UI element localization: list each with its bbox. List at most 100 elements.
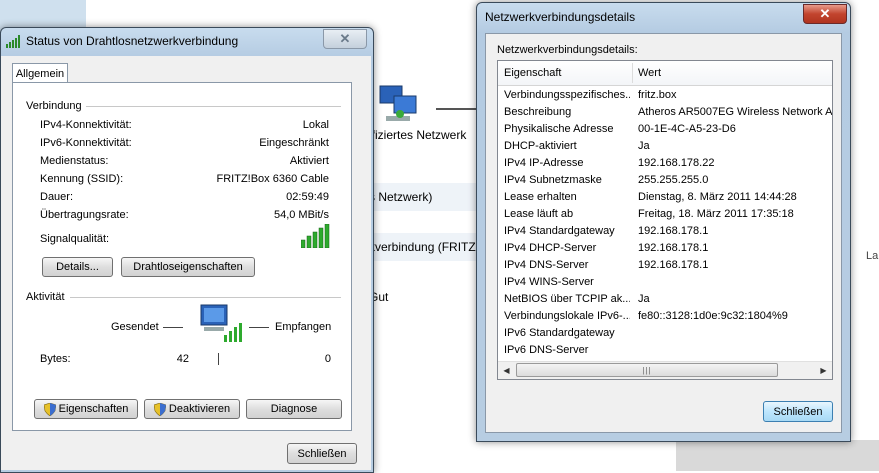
group-divider [70,297,341,298]
value-cell: Freitag, 18. März 2011 17:35:18 [638,208,794,220]
table-row[interactable]: IPv4 DNS-Server 192.168.178.1 [498,257,832,274]
transfer-rate-label: Übertragungsrate: [40,209,129,221]
signal-strength-icon [301,224,330,248]
ipv6-label: IPv6-Konnektivität: [40,137,132,149]
deactivate-button[interactable]: Deaktivieren [144,399,240,419]
close-button[interactable]: Schließen [287,443,357,464]
value-cell: 00-1E-4C-A5-23-D6 [638,123,736,135]
properties-button[interactable]: Eigenschaften [34,399,138,419]
bytes-divider [218,353,219,365]
details-window-titlebar[interactable]: Netzwerkverbindungsdetails ✕ [477,3,850,29]
table-row[interactable]: NetBIOS über TCPIP ak... Ja [498,291,832,308]
background-network-type: s Netzwerk) [369,190,433,204]
status-window-title: Status von Drahtlosnetzwerkverbindung [26,34,239,48]
bytes-sent-value: 42 [176,353,189,365]
value-cell: fe80::3128:1d0e:9c32:1804%9 [638,310,788,322]
table-row[interactable]: Lease erhalten Dienstag, 8. März 2011 14:… [498,189,832,206]
property-cell: IPv6 Standardgateway [504,327,615,339]
table-row[interactable]: Physikalische Adresse 00-1E-4C-A5-23-D6 [498,121,832,138]
ipv4-value: Lokal [302,119,329,131]
value-cell: Ja [638,140,650,152]
column-separator[interactable] [632,63,633,83]
scroll-right-icon[interactable]: ▶ [815,362,832,379]
shield-icon [43,402,56,416]
ipv6-value: Eingeschränkt [259,137,329,149]
details-button[interactable]: Details... [42,257,113,277]
property-cell: Verbindungslokale IPv6-... [504,310,630,322]
property-cell: Beschreibung [504,106,572,118]
table-row[interactable]: DHCP-aktiviert Ja [498,138,832,155]
sent-label: Gesendet [111,321,159,333]
signal-quality-label: Signalqualität: [40,233,110,245]
table-row[interactable]: IPv4 IP-Adresse 192.168.178.22 [498,155,832,172]
ssid-label: Kennung (SSID): [40,173,124,185]
value-cell: Ja [638,293,650,305]
properties-button-label: Eigenschaften [58,403,129,415]
value-cell: 192.168.178.1 [638,225,709,237]
bytes-received-value: 0 [324,353,331,365]
column-header-value[interactable]: Wert [638,67,661,79]
details-window: Netzwerkverbindungsdetails ✕ Netzwerkver… [476,2,851,442]
received-label: Empfangen [275,321,332,333]
value-cell: 255.255.255.0 [638,174,709,186]
bytes-label: Bytes: [40,353,71,365]
media-status-value: Aktiviert [289,155,329,167]
status-window-titlebar[interactable]: Status von Drahtlosnetzwerkverbindung ✕ [1,28,373,54]
background-connection-link[interactable]: kverbindung (FRITZ [369,240,476,254]
group-divider [86,106,341,107]
property-cell: IPv6 DNS-Server [504,344,589,356]
activity-group-title: Aktivität [26,291,65,303]
value-cell: fritz.box [638,89,677,101]
table-row[interactable]: Verbindungsspezifisches... fritz.box [498,87,832,104]
column-header-property[interactable]: Eigenschaft [504,67,561,79]
connection-line [436,108,476,110]
property-cell: IPv4 DNS-Server [504,259,589,271]
close-icon[interactable]: ✕ [323,29,367,49]
value-cell: 192.168.178.22 [638,157,715,169]
background-network-label: ifiziertes Netzwerk [369,128,467,142]
wireless-properties-button[interactable]: Drahtloseigenschaften [121,257,255,277]
table-row[interactable]: IPv4 Standardgateway 192.168.178.1 [498,223,832,240]
table-row[interactable]: IPv4 DHCP-Server 192.168.178.1 [498,240,832,257]
status-window-client: Allgemein Verbindung IPv4-Konnektivität:… [1,56,371,470]
table-row[interactable]: IPv6 DNS-Server [498,342,832,359]
property-cell: DHCP-aktiviert [504,140,577,152]
property-cell: Physikalische Adresse [504,123,614,135]
status-window: Status von Drahtlosnetzwerkverbindung ✕ … [0,27,374,473]
connection-group-title: Verbindung [26,100,82,112]
table-row[interactable]: Beschreibung Atheros AR5007EG Wireless Ne… [498,104,832,121]
wireless-signal-icon [6,35,20,48]
computer-activity-icon [200,304,242,342]
property-cell: Lease erhalten [504,191,577,203]
duration-label: Dauer: [40,191,74,203]
scroll-left-icon[interactable]: ◀ [498,362,515,379]
scrollbar-thumb[interactable]: ||| [516,363,778,377]
diagnose-button[interactable]: Diagnose [246,399,342,419]
sent-line [163,327,183,328]
background-taskbar-area [676,440,879,471]
table-row[interactable]: IPv4 Subnetzmaske 255.255.255.0 [498,172,832,189]
received-line [249,327,269,328]
table-row[interactable]: IPv4 WINS-Server [498,274,832,291]
table-header: Eigenschaft Wert [498,61,832,86]
property-cell: IPv4 Standardgateway [504,225,615,237]
table-row[interactable]: Verbindungslokale IPv6-... fe80::3128:1d0… [498,308,832,325]
property-cell: IPv4 WINS-Server [504,276,594,288]
value-cell: 192.168.178.1 [638,259,709,271]
background-cut-text: La [866,250,879,262]
transfer-rate-value: 54,0 MBit/s [273,209,329,221]
shield-icon [153,402,166,416]
close-icon[interactable]: ✕ [803,4,847,24]
details-close-button[interactable]: Schließen [763,401,833,422]
table-row[interactable]: IPv6 Standardgateway [498,325,832,342]
table-row[interactable]: Lease läuft ab Freitag, 18. März 2011 17:… [498,206,832,223]
tab-allgemein[interactable]: Allgemein [12,63,68,83]
horizontal-scrollbar[interactable]: ◀ ||| ▶ [498,361,832,379]
duration-value: 02:59:49 [286,191,329,203]
media-status-label: Medienstatus: [40,155,109,167]
value-cell: Dienstag, 8. März 2011 14:44:28 [638,191,797,203]
details-table[interactable]: Eigenschaft Wert Verbindungsspezifisches… [497,60,833,380]
property-cell: Verbindungsspezifisches... [504,89,630,101]
property-cell: Lease läuft ab [504,208,574,220]
value-cell: 192.168.178.1 [638,242,709,254]
